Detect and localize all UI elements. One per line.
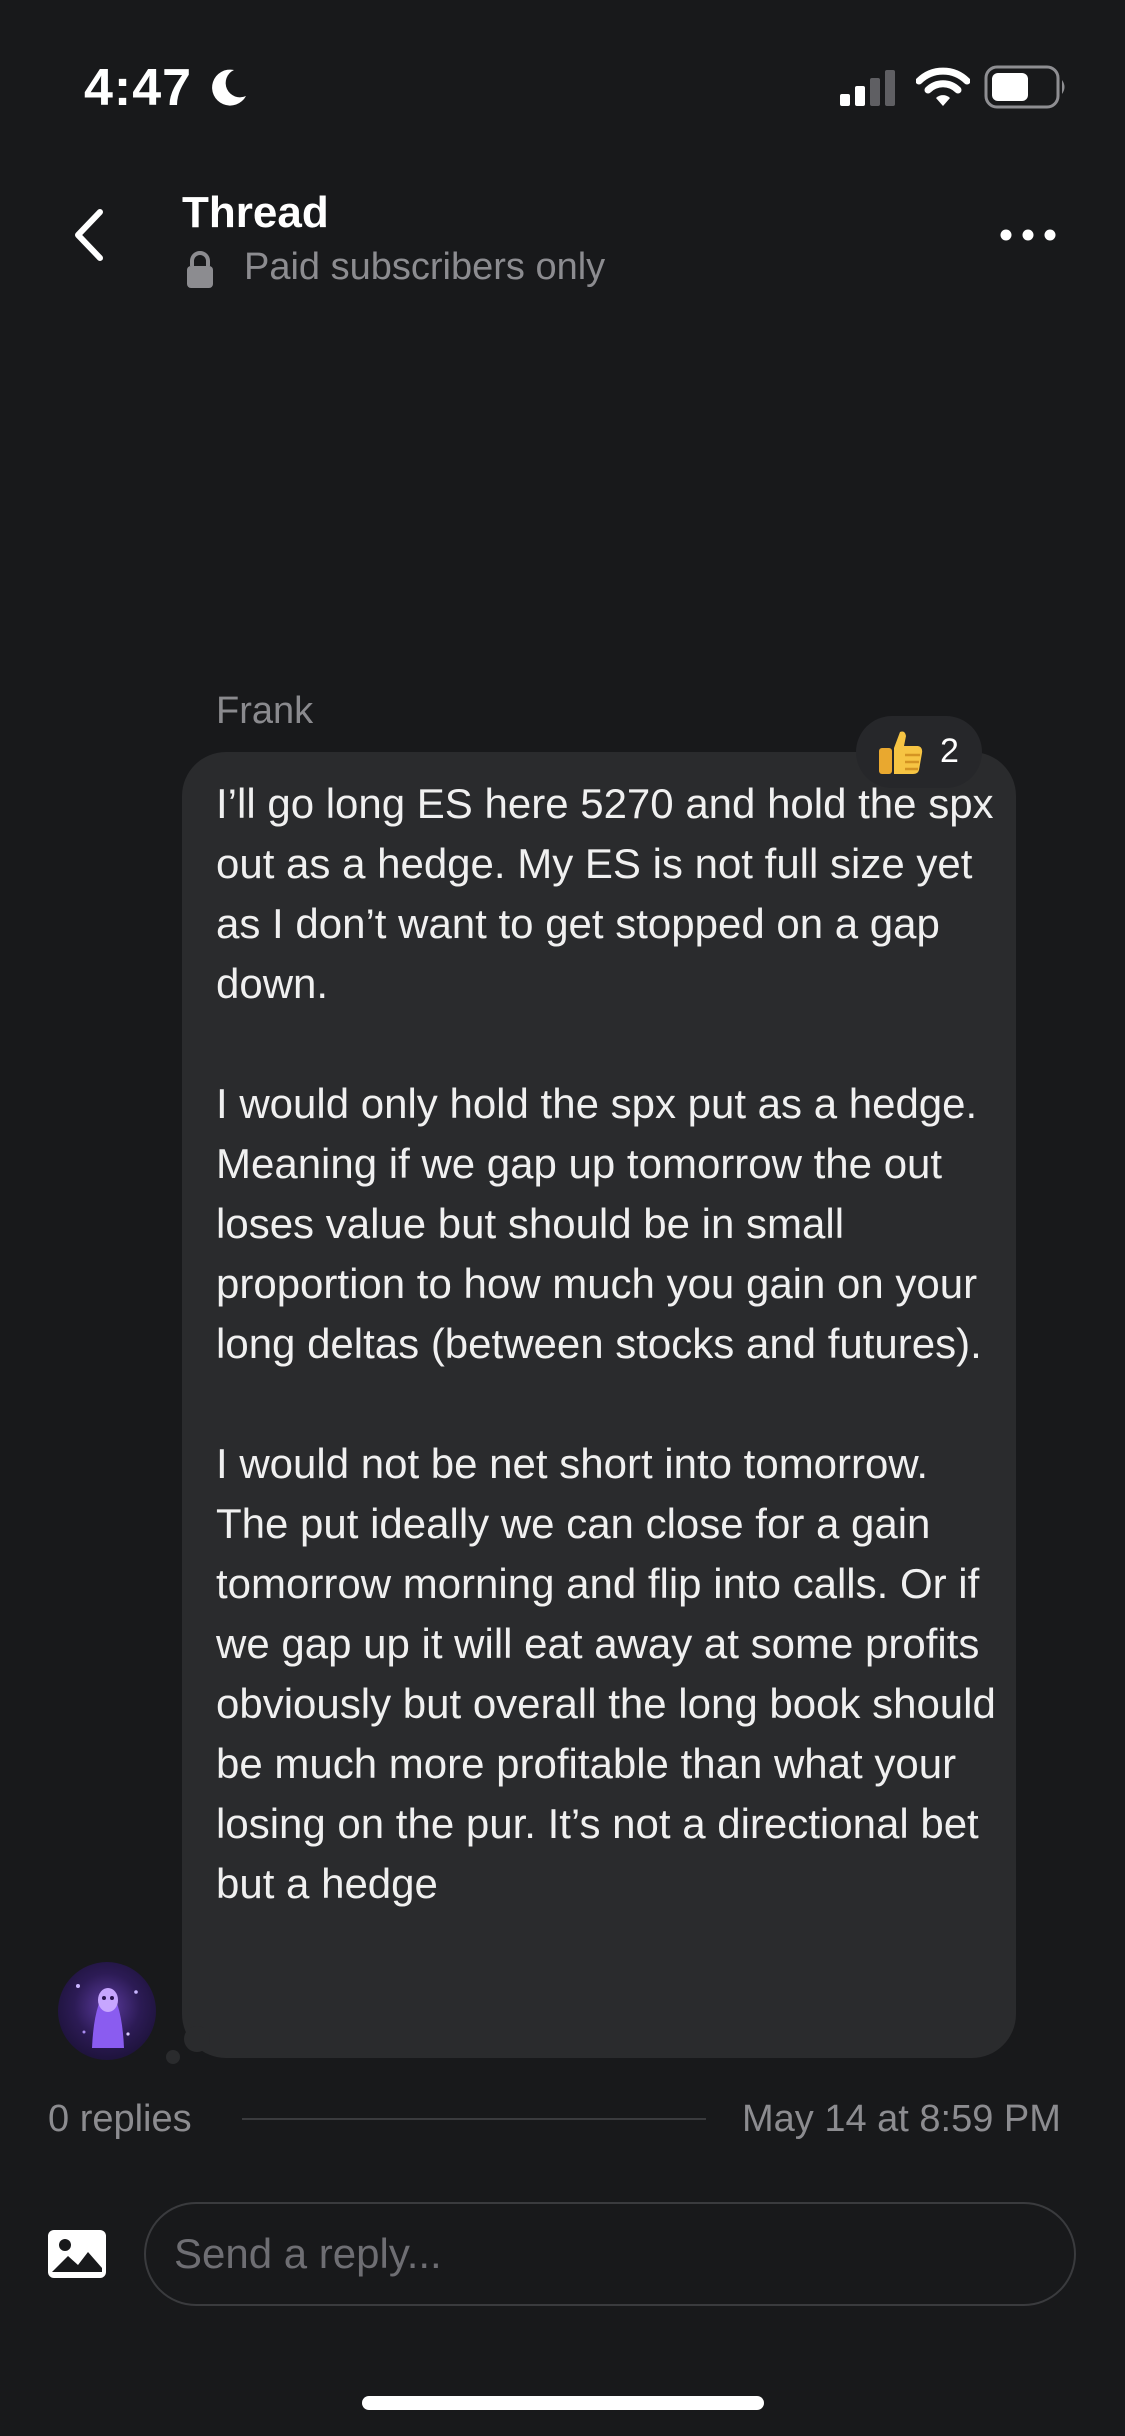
reaction-count: 2 (940, 732, 959, 770)
replies-row: 0 replies May 14 at 8:59 PM (0, 2090, 1125, 2150)
battery-icon (984, 65, 1065, 109)
avatar-image (76, 1984, 138, 2048)
signal-icon (840, 70, 895, 106)
bubble-tail (184, 2026, 210, 2052)
page-title: Thread (182, 188, 329, 237)
reply-composer (0, 2200, 1125, 2310)
image-icon[interactable] (46, 2228, 108, 2280)
author-name[interactable]: Frank (216, 690, 313, 733)
moon-icon (212, 69, 246, 106)
more-horizontal-icon[interactable] (996, 210, 1060, 260)
home-indicator[interactable] (362, 2396, 764, 2410)
bubble-tail-dot (166, 2050, 180, 2064)
message-paragraph: I’ll go long ES here 5270 and hold the s… (216, 780, 994, 1007)
avatar[interactable] (58, 1962, 156, 2060)
reaction-thumbs-up[interactable]: 2 (856, 716, 982, 788)
message-body: I’ll go long ES here 5270 and hold the s… (216, 774, 1006, 1914)
status-bar: 4:47 (0, 0, 1125, 150)
wifi-icon (916, 67, 970, 106)
message-timestamp: May 14 at 8:59 PM (742, 2098, 1061, 2140)
thread-header: Thread Paid subscribers only (0, 170, 1125, 300)
message-paragraph: I would only hold the spx put as a hedge… (216, 1080, 982, 1367)
lock-icon (187, 251, 213, 288)
replies-count[interactable]: 0 replies (48, 2098, 192, 2141)
thread-subtitle: Paid subscribers only (244, 246, 606, 288)
chevron-left-icon[interactable] (60, 200, 120, 270)
divider (242, 2118, 706, 2120)
message-paragraph: I would not be net short into tomorrow. … (216, 1440, 996, 1907)
thumbs-up-icon (879, 731, 923, 774)
reply-input[interactable] (144, 2202, 1076, 2306)
status-time: 4:47 (84, 59, 193, 117)
